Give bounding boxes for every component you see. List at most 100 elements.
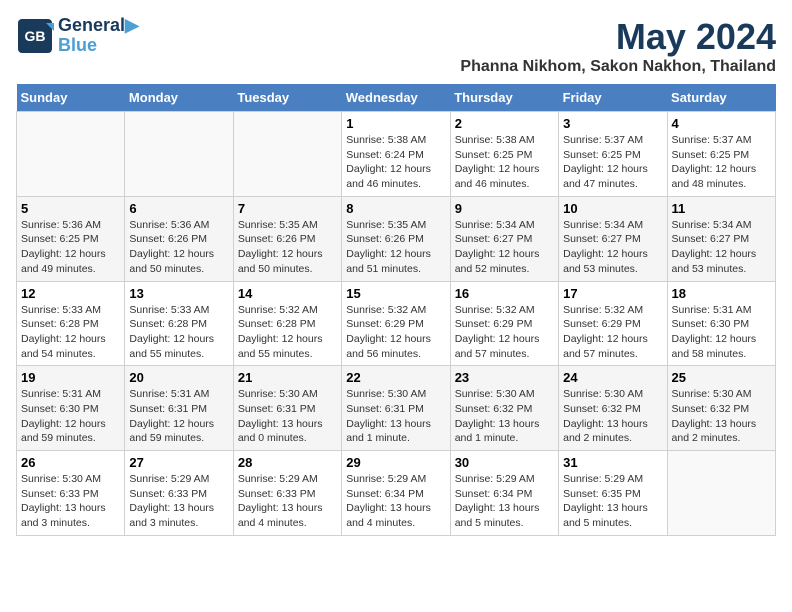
day-number: 1 (346, 116, 445, 131)
calendar-cell: 2 Sunrise: 5:38 AMSunset: 6:25 PMDaylight… (450, 112, 558, 197)
day-number: 18 (672, 286, 771, 301)
day-number: 27 (129, 455, 228, 470)
day-info: Sunrise: 5:34 AMSunset: 6:27 PMDaylight:… (455, 218, 554, 277)
day-info: Sunrise: 5:30 AMSunset: 6:33 PMDaylight:… (21, 472, 120, 531)
calendar-cell: 1Sunrise: 5:38 AMSunset: 6:24 PMDaylight… (342, 112, 450, 197)
calendar-week-5: 26 Sunrise: 5:30 AMSunset: 6:33 PMDayligh… (17, 451, 776, 536)
day-number: 30 (455, 455, 554, 470)
calendar-cell: 27Sunrise: 5:29 AMSunset: 6:33 PMDayligh… (125, 451, 233, 536)
day-number: 12 (21, 286, 120, 301)
calendar-cell: 26 Sunrise: 5:30 AMSunset: 6:33 PMDayligh… (17, 451, 125, 536)
calendar-cell: 23 Sunrise: 5:30 AMSunset: 6:32 PMDayligh… (450, 366, 558, 451)
day-info: Sunrise: 5:31 AMSunset: 6:30 PMDaylight:… (21, 387, 120, 446)
day-number: 23 (455, 370, 554, 385)
calendar-cell: 31 Sunrise: 5:29 AMSunset: 6:35 PMDayligh… (559, 451, 667, 536)
day-number: 9 (455, 201, 554, 216)
title-area: May 2024 Phanna Nikhom, Sakon Nakhon, Th… (460, 16, 776, 76)
calendar-cell: 14 Sunrise: 5:32 AMSunset: 6:28 PMDayligh… (233, 281, 341, 366)
day-number: 22 (346, 370, 445, 385)
logo-arrow: ▶ (125, 15, 139, 35)
day-number: 17 (563, 286, 662, 301)
calendar-cell: 20Sunrise: 5:31 AMSunset: 6:31 PMDayligh… (125, 366, 233, 451)
day-info: Sunrise: 5:30 AMSunset: 6:32 PMDaylight:… (455, 387, 554, 446)
day-number: 29 (346, 455, 445, 470)
day-number: 3 (563, 116, 662, 131)
calendar-cell: 15 Sunrise: 5:32 AMSunset: 6:29 PMDayligh… (342, 281, 450, 366)
calendar-cell: 8 Sunrise: 5:35 AMSunset: 6:26 PMDaylight… (342, 196, 450, 281)
day-number: 5 (21, 201, 120, 216)
calendar-cell (125, 112, 233, 197)
day-info: Sunrise: 5:32 AMSunset: 6:29 PMDaylight:… (346, 303, 445, 362)
day-info: Sunrise: 5:37 AMSunset: 6:25 PMDaylight:… (672, 133, 771, 192)
header-thursday: Thursday (450, 84, 558, 112)
day-info: Sunrise: 5:33 AMSunset: 6:28 PMDaylight:… (129, 303, 228, 362)
calendar-week-1: 1Sunrise: 5:38 AMSunset: 6:24 PMDaylight… (17, 112, 776, 197)
day-number: 8 (346, 201, 445, 216)
day-info: Sunrise: 5:34 AMSunset: 6:27 PMDaylight:… (672, 218, 771, 277)
calendar-cell: 9 Sunrise: 5:34 AMSunset: 6:27 PMDaylight… (450, 196, 558, 281)
day-info: Sunrise: 5:30 AMSunset: 6:32 PMDaylight:… (672, 387, 771, 446)
calendar-cell (233, 112, 341, 197)
day-info: Sunrise: 5:30 AMSunset: 6:31 PMDaylight:… (346, 387, 445, 446)
day-info: Sunrise: 5:35 AMSunset: 6:26 PMDaylight:… (346, 218, 445, 277)
calendar-cell: 24Sunrise: 5:30 AMSunset: 6:32 PMDayligh… (559, 366, 667, 451)
calendar-week-3: 12 Sunrise: 5:33 AMSunset: 6:28 PMDayligh… (17, 281, 776, 366)
logo-icon: GB (16, 17, 54, 55)
day-info: Sunrise: 5:37 AMSunset: 6:25 PMDaylight:… (563, 133, 662, 192)
day-info: Sunrise: 5:32 AMSunset: 6:29 PMDaylight:… (455, 303, 554, 362)
day-number: 24 (563, 370, 662, 385)
day-number: 6 (129, 201, 228, 216)
day-number: 14 (238, 286, 337, 301)
calendar-cell: 18 Sunrise: 5:31 AMSunset: 6:30 PMDayligh… (667, 281, 775, 366)
day-info: Sunrise: 5:29 AMSunset: 6:34 PMDaylight:… (346, 472, 445, 531)
calendar-header-row: Sunday Monday Tuesday Wednesday Thursday… (17, 84, 776, 112)
day-info: Sunrise: 5:29 AMSunset: 6:34 PMDaylight:… (455, 472, 554, 531)
logo-text-general: General (58, 15, 125, 35)
day-info: Sunrise: 5:30 AMSunset: 6:31 PMDaylight:… (238, 387, 337, 446)
day-number: 26 (21, 455, 120, 470)
calendar-cell: 16Sunrise: 5:32 AMSunset: 6:29 PMDayligh… (450, 281, 558, 366)
day-info: Sunrise: 5:35 AMSunset: 6:26 PMDaylight:… (238, 218, 337, 277)
header-tuesday: Tuesday (233, 84, 341, 112)
day-info: Sunrise: 5:29 AMSunset: 6:35 PMDaylight:… (563, 472, 662, 531)
day-info: Sunrise: 5:32 AMSunset: 6:28 PMDaylight:… (238, 303, 337, 362)
calendar-cell: 6 Sunrise: 5:36 AMSunset: 6:26 PMDaylight… (125, 196, 233, 281)
calendar-cell: 13 Sunrise: 5:33 AMSunset: 6:28 PMDayligh… (125, 281, 233, 366)
calendar-cell: 21 Sunrise: 5:30 AMSunset: 6:31 PMDayligh… (233, 366, 341, 451)
day-number: 2 (455, 116, 554, 131)
calendar-cell: 3 Sunrise: 5:37 AMSunset: 6:25 PMDaylight… (559, 112, 667, 197)
day-number: 11 (672, 201, 771, 216)
day-number: 4 (672, 116, 771, 131)
day-number: 19 (21, 370, 120, 385)
calendar-cell: 29 Sunrise: 5:29 AMSunset: 6:34 PMDayligh… (342, 451, 450, 536)
location-title: Phanna Nikhom, Sakon Nakhon, Thailand (460, 58, 776, 76)
day-number: 31 (563, 455, 662, 470)
calendar-cell: 28Sunrise: 5:29 AMSunset: 6:33 PMDayligh… (233, 451, 341, 536)
day-info: Sunrise: 5:38 AMSunset: 6:25 PMDaylight:… (455, 133, 554, 192)
day-number: 10 (563, 201, 662, 216)
calendar-cell: 10 Sunrise: 5:34 AMSunset: 6:27 PMDayligh… (559, 196, 667, 281)
page-header: GB General▶ Blue May 2024 Phanna Nikhom,… (16, 16, 776, 76)
day-number: 25 (672, 370, 771, 385)
calendar-cell (17, 112, 125, 197)
month-title: May 2024 (460, 16, 776, 58)
day-number: 21 (238, 370, 337, 385)
header-monday: Monday (125, 84, 233, 112)
calendar-week-4: 19 Sunrise: 5:31 AMSunset: 6:30 PMDayligh… (17, 366, 776, 451)
logo-text-blue: Blue (58, 36, 139, 56)
day-number: 13 (129, 286, 228, 301)
calendar-cell: 19 Sunrise: 5:31 AMSunset: 6:30 PMDayligh… (17, 366, 125, 451)
calendar-table: Sunday Monday Tuesday Wednesday Thursday… (16, 84, 776, 536)
logo: GB General▶ Blue (16, 16, 139, 56)
day-info: Sunrise: 5:31 AMSunset: 6:30 PMDaylight:… (672, 303, 771, 362)
day-info: Sunrise: 5:33 AMSunset: 6:28 PMDaylight:… (21, 303, 120, 362)
calendar-cell: 25 Sunrise: 5:30 AMSunset: 6:32 PMDayligh… (667, 366, 775, 451)
calendar-cell: 30 Sunrise: 5:29 AMSunset: 6:34 PMDayligh… (450, 451, 558, 536)
header-saturday: Saturday (667, 84, 775, 112)
day-info: Sunrise: 5:36 AMSunset: 6:26 PMDaylight:… (129, 218, 228, 277)
calendar-cell: 17Sunrise: 5:32 AMSunset: 6:29 PMDayligh… (559, 281, 667, 366)
day-info: Sunrise: 5:31 AMSunset: 6:31 PMDaylight:… (129, 387, 228, 446)
day-number: 15 (346, 286, 445, 301)
day-info: Sunrise: 5:34 AMSunset: 6:27 PMDaylight:… (563, 218, 662, 277)
day-number: 7 (238, 201, 337, 216)
